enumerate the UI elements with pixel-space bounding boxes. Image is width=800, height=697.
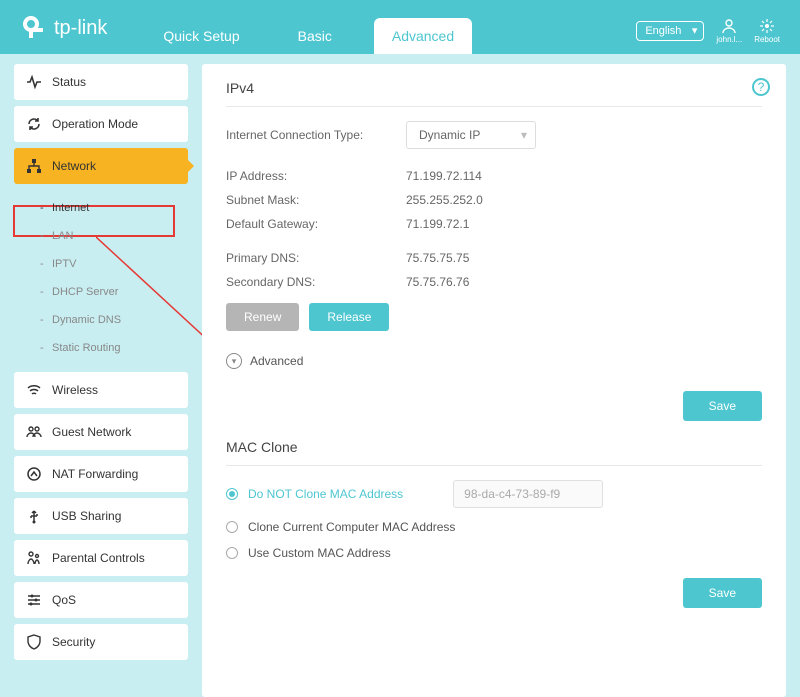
gateway-value: 71.199.72.1 <box>406 217 469 231</box>
user-icon <box>721 18 737 34</box>
ipv4-title: IPv4 <box>226 80 762 107</box>
release-button[interactable]: Release <box>309 303 389 331</box>
radio-label-0: Do NOT Clone MAC Address <box>248 487 403 501</box>
mac-clone-title: MAC Clone <box>226 439 762 466</box>
sidebar-label: Network <box>52 159 96 173</box>
sub-item-dynamic-dns[interactable]: Dynamic DNS <box>14 306 188 334</box>
activity-icon <box>26 74 42 90</box>
sidebar-item-security[interactable]: Security <box>14 624 188 660</box>
sub-item-lan[interactable]: LAN <box>14 222 188 250</box>
ip-value: 71.199.72.114 <box>406 169 482 183</box>
user-label: john.l... <box>716 35 742 44</box>
sidebar-label: Guest Network <box>52 425 131 439</box>
ipv4-buttons: Renew Release <box>226 303 762 331</box>
radio-clone-current[interactable] <box>226 521 238 533</box>
parental-icon <box>26 550 42 566</box>
sidebar-item-nat-forwarding[interactable]: NAT Forwarding <box>14 456 188 492</box>
sidebar-item-operation-mode[interactable]: Operation Mode <box>14 106 188 142</box>
radio-do-not-clone[interactable] <box>226 488 238 500</box>
advanced-toggle-label: Advanced <box>250 354 303 368</box>
ipv4-save-button[interactable]: Save <box>683 391 762 421</box>
shield-icon <box>26 634 42 650</box>
ip-label: IP Address: <box>226 169 406 183</box>
main-tabs: Quick Setup Basic Advanced <box>147 0 472 54</box>
tab-advanced[interactable]: Advanced <box>374 18 472 54</box>
row-ip: IP Address: 71.199.72.114 <box>226 169 762 183</box>
sidebar-label: USB Sharing <box>52 509 121 523</box>
renew-button[interactable]: Renew <box>226 303 299 331</box>
row-dns2: Secondary DNS: 75.75.76.76 <box>226 275 762 289</box>
dns1-label: Primary DNS: <box>226 251 406 265</box>
content-panel: ? IPv4 Internet Connection Type: Dynamic… <box>202 64 786 697</box>
help-button[interactable]: ? <box>752 78 770 96</box>
network-submenu: Internet LAN IPTV DHCP Server Dynamic DN… <box>14 190 188 366</box>
mac-save-row: Save <box>226 578 762 608</box>
row-conn-type: Internet Connection Type: Dynamic IP <box>226 121 762 149</box>
conn-type-dropdown[interactable]: Dynamic IP <box>406 121 536 149</box>
sub-item-static-routing[interactable]: Static Routing <box>14 334 188 362</box>
brand-logo: tp-link <box>20 14 107 54</box>
main-area: Status Operation Mode Network Internet L… <box>0 54 800 697</box>
chevron-down-icon: ▾ <box>226 353 242 369</box>
sidebar: Status Operation Mode Network Internet L… <box>14 64 188 697</box>
wifi-icon <box>26 382 42 398</box>
sidebar-label: Parental Controls <box>52 551 145 565</box>
brand-text: tp-link <box>54 17 107 40</box>
conn-type-label: Internet Connection Type: <box>226 128 406 142</box>
advanced-toggle[interactable]: ▾ Advanced <box>226 349 762 373</box>
row-dns1: Primary DNS: 75.75.75.75 <box>226 251 762 265</box>
row-subnet: Subnet Mask: 255.255.252.0 <box>226 193 762 207</box>
sidebar-item-network[interactable]: Network <box>14 148 188 184</box>
top-right-controls: English john.l... Reboot <box>636 18 780 54</box>
sidebar-item-guest-network[interactable]: Guest Network <box>14 414 188 450</box>
dns2-value: 75.75.76.76 <box>406 275 469 289</box>
mac-option-0[interactable]: Do NOT Clone MAC Address <box>226 480 762 508</box>
sidebar-label: Status <box>52 75 86 89</box>
top-bar: tp-link Quick Setup Basic Advanced Engli… <box>0 0 800 54</box>
mac-option-1[interactable]: Clone Current Computer MAC Address <box>226 520 762 534</box>
sidebar-label: Wireless <box>52 383 98 397</box>
qos-icon <box>26 592 42 608</box>
sub-item-dhcp-server[interactable]: DHCP Server <box>14 278 188 306</box>
subnet-label: Subnet Mask: <box>226 193 406 207</box>
radio-label-2: Use Custom MAC Address <box>248 546 391 560</box>
sidebar-item-parental-controls[interactable]: Parental Controls <box>14 540 188 576</box>
tab-quick-setup[interactable]: Quick Setup <box>147 18 255 54</box>
sidebar-item-qos[interactable]: QoS <box>14 582 188 618</box>
gateway-label: Default Gateway: <box>226 217 406 231</box>
reboot-label: Reboot <box>754 35 780 44</box>
mac-address-field[interactable] <box>453 480 603 508</box>
sidebar-label: QoS <box>52 593 76 607</box>
radio-label-1: Clone Current Computer MAC Address <box>248 520 455 534</box>
sub-item-internet[interactable]: Internet <box>14 194 188 222</box>
dns1-value: 75.75.75.75 <box>406 251 469 265</box>
cycle-icon <box>26 116 42 132</box>
language-select[interactable]: English <box>636 21 704 41</box>
sidebar-item-usb-sharing[interactable]: USB Sharing <box>14 498 188 534</box>
row-gateway: Default Gateway: 71.199.72.1 <box>226 217 762 231</box>
ipv4-save-row: Save <box>226 391 762 421</box>
nat-icon <box>26 466 42 482</box>
reboot-button[interactable]: Reboot <box>754 18 780 44</box>
sidebar-label: Security <box>52 635 95 649</box>
network-icon <box>26 158 42 174</box>
sidebar-item-status[interactable]: Status <box>14 64 188 100</box>
sidebar-label: NAT Forwarding <box>52 467 138 481</box>
tab-basic[interactable]: Basic <box>282 18 348 54</box>
usb-icon <box>26 508 42 524</box>
subnet-value: 255.255.252.0 <box>406 193 483 207</box>
reboot-icon <box>759 18 775 34</box>
user-account[interactable]: john.l... <box>716 18 742 44</box>
mac-save-button[interactable]: Save <box>683 578 762 608</box>
sidebar-item-wireless[interactable]: Wireless <box>14 372 188 408</box>
sub-item-iptv[interactable]: IPTV <box>14 250 188 278</box>
sidebar-label: Operation Mode <box>52 117 138 131</box>
radio-custom-mac[interactable] <box>226 547 238 559</box>
tplink-logo-icon <box>20 14 48 42</box>
mac-option-2[interactable]: Use Custom MAC Address <box>226 546 762 560</box>
guests-icon <box>26 424 42 440</box>
dns2-label: Secondary DNS: <box>226 275 406 289</box>
